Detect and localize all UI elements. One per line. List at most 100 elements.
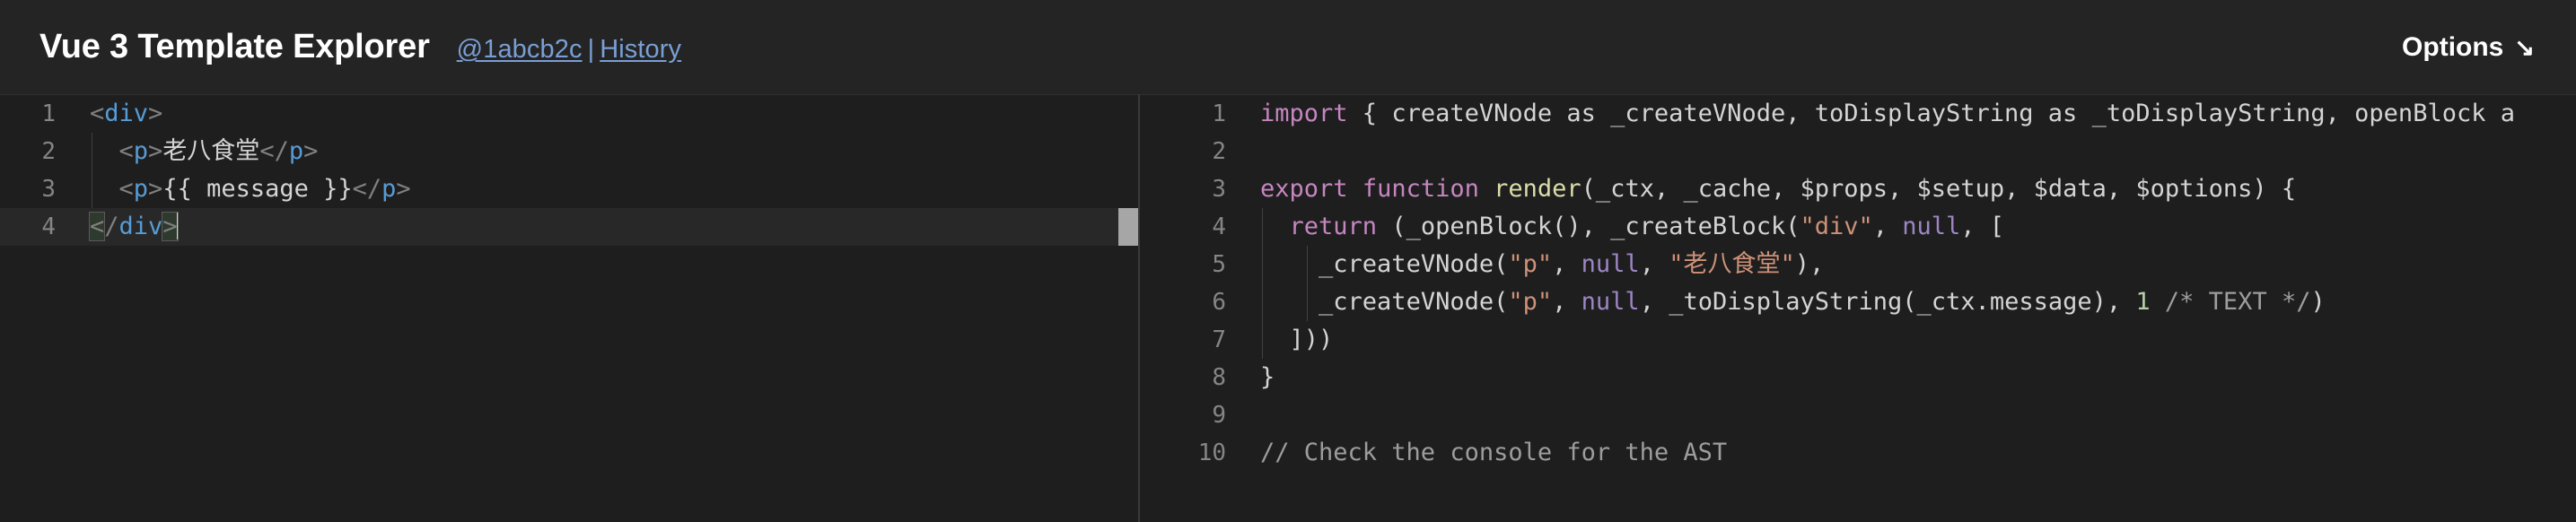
token-string: "p": [1508, 250, 1553, 278]
source-code-area[interactable]: 1 <div> 2 <p>老八食堂</p> 3 <p>{{ message }}…: [0, 95, 1138, 522]
token-null: null: [1581, 250, 1640, 278]
token-interpolation: {{ message }}: [162, 175, 353, 203]
editor-split-container: 1 <div> 2 <p>老八食堂</p> 3 <p>{{ message }}…: [0, 94, 2576, 522]
code-line-text[interactable]: _createVNode("p", null, "老八食堂"),: [1257, 246, 2576, 283]
line-number: 1: [41, 100, 56, 127]
code-line-text[interactable]: [1257, 396, 2576, 434]
token-tag: p: [133, 175, 149, 203]
options-button[interactable]: Options ↘: [2402, 32, 2542, 63]
header-links: @1abcb2c | History: [457, 35, 681, 65]
code-line[interactable]: 6 _createVNode("p", null, _toDisplayStri…: [1140, 283, 2576, 321]
source-vertical-scrollbar[interactable]: [1118, 208, 1138, 246]
token-comment: // Check the console for the AST: [1260, 439, 1728, 466]
code-line[interactable]: 8 }: [1140, 359, 2576, 396]
code-line[interactable]: 2: [1140, 133, 2576, 170]
code-line-text[interactable]: ])): [1257, 321, 2576, 359]
token-string: "老八食堂": [1669, 250, 1795, 278]
code-line[interactable]: 3 <p>{{ message }}</p>: [0, 170, 1138, 208]
token-bracket-match: <: [88, 212, 106, 241]
code-line-text[interactable]: <p>{{ message }}</p>: [86, 170, 1138, 208]
token-call: _createVNode(: [1319, 288, 1509, 316]
token-tag: div: [118, 213, 163, 240]
token-punct: >: [148, 100, 163, 127]
token-call: _createVNode(: [1319, 250, 1509, 278]
code-line[interactable]: 3 export function render(_ctx, _cache, $…: [1140, 170, 2576, 208]
code-line-text[interactable]: import { createVNode as _createVNode, to…: [1257, 95, 2576, 133]
token-plain: ,: [1639, 250, 1669, 278]
token-punct: >: [148, 175, 163, 203]
code-line[interactable]: 2 <p>老八食堂</p>: [0, 133, 1138, 170]
code-line[interactable]: 9: [1140, 396, 2576, 434]
token-plain: , _toDisplayString(_ctx.message),: [1639, 288, 2136, 316]
history-link[interactable]: History: [600, 35, 681, 64]
token-plain: { createVNode as _createVNode, toDisplay…: [1347, 100, 2515, 127]
line-number: 3: [41, 176, 56, 203]
code-line[interactable]: 1 import { createVNode as _createVNode, …: [1140, 95, 2576, 133]
line-number: 2: [41, 138, 56, 165]
token-keyword: export: [1260, 175, 1348, 203]
code-line[interactable]: 7 ])): [1140, 321, 2576, 359]
token-null: null: [1581, 288, 1640, 316]
code-line[interactable]: 1 <div>: [0, 95, 1138, 133]
commit-link[interactable]: @1abcb2c: [457, 35, 583, 64]
line-number: 1: [1212, 100, 1226, 127]
output-editor-pane[interactable]: 1 import { createVNode as _createVNode, …: [1140, 94, 2576, 522]
code-line-text[interactable]: export function render(_ctx, _cache, $pr…: [1257, 170, 2576, 208]
token-punct: >: [396, 175, 411, 203]
token-plain: ,: [1872, 213, 1903, 240]
token-punct: <: [118, 175, 134, 203]
source-editor-pane[interactable]: 1 <div> 2 <p>老八食堂</p> 3 <p>{{ message }}…: [0, 94, 1138, 522]
link-separator: |: [587, 35, 595, 64]
code-line-text[interactable]: return (_openBlock(), _createBlock("div"…: [1257, 208, 2576, 246]
code-line-text[interactable]: _createVNode("p", null, _toDisplayString…: [1257, 283, 2576, 321]
token-plain: ])): [1289, 326, 1334, 353]
token-function-name: render: [1494, 175, 1582, 203]
token-comment: /* TEXT */: [2164, 288, 2311, 316]
options-button-label: Options: [2402, 31, 2504, 62]
token-plain: , [: [1960, 213, 2005, 240]
token-tag: p: [133, 137, 149, 165]
line-number: 2: [1212, 138, 1226, 165]
code-line-text[interactable]: <div>: [86, 95, 1138, 133]
token-tag: p: [381, 175, 397, 203]
token-punct: >: [303, 137, 319, 165]
code-line-text[interactable]: </div>: [86, 208, 1138, 246]
token-plain: ,: [1552, 288, 1582, 316]
token-punct: </: [352, 175, 382, 203]
token-plain: (_openBlock(), _createBlock(: [1377, 213, 1801, 240]
token-plain: ),: [1794, 250, 1825, 278]
code-line-active[interactable]: 4 </div>: [0, 208, 1138, 246]
token-string: "div": [1800, 213, 1873, 240]
line-number: 5: [1212, 251, 1226, 278]
token-plain: ,: [1552, 250, 1582, 278]
token-keyword: import: [1260, 100, 1348, 127]
token-null: null: [1902, 213, 1961, 240]
code-line[interactable]: 4 return (_openBlock(), _createBlock("di…: [1140, 208, 2576, 246]
line-number: 6: [1212, 289, 1226, 316]
code-line-text[interactable]: }: [1257, 359, 2576, 396]
line-number: 7: [1212, 326, 1226, 353]
token-punct: <: [90, 100, 105, 127]
code-line-text[interactable]: [1257, 133, 2576, 170]
code-line-text[interactable]: <p>老八食堂</p>: [86, 133, 1138, 170]
token-bracket-match: >: [162, 212, 179, 241]
line-number: 10: [1197, 439, 1226, 466]
output-code-area[interactable]: 1 import { createVNode as _createVNode, …: [1140, 95, 2576, 522]
token-tag: div: [104, 100, 149, 127]
token-string: "p": [1508, 288, 1553, 316]
code-line[interactable]: 10 // Check the console for the AST: [1140, 434, 2576, 472]
page-title: Vue 3 Template Explorer: [39, 28, 430, 65]
token-keyword: function: [1362, 175, 1479, 203]
token-params: (_ctx, _cache, $props, $setup, $data, $o…: [1581, 175, 2297, 203]
code-line[interactable]: 5 _createVNode("p", null, "老八食堂"),: [1140, 246, 2576, 283]
code-line-text[interactable]: // Check the console for the AST: [1257, 434, 2576, 472]
token-punct: <: [118, 137, 134, 165]
token-tag: p: [288, 137, 304, 165]
